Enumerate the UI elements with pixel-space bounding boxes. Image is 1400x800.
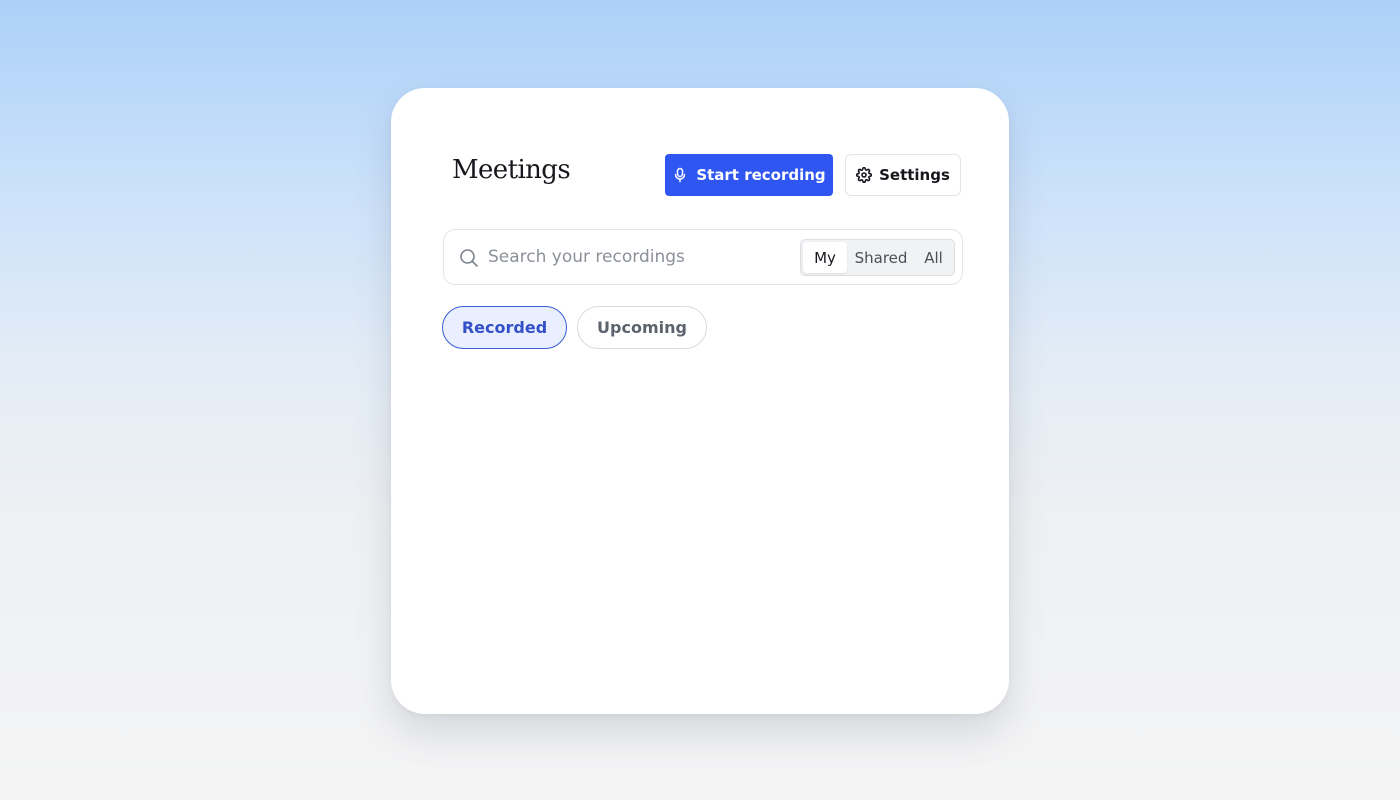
meetings-card: Meetings Start recording Settings Search…	[391, 88, 1009, 714]
search-bar: My Shared All	[443, 229, 963, 285]
start-recording-label: Start recording	[696, 166, 826, 184]
scope-option-my[interactable]: My	[803, 242, 847, 273]
page-title: Meetings	[452, 155, 571, 185]
settings-button[interactable]: Settings	[845, 154, 961, 196]
start-recording-button[interactable]: Start recording	[665, 154, 833, 196]
search-input[interactable]	[488, 240, 788, 274]
gear-icon	[856, 167, 873, 183]
tab-upcoming[interactable]: Upcoming	[577, 306, 707, 349]
scope-option-shared[interactable]: Shared	[847, 242, 915, 273]
tab-recorded[interactable]: Recorded	[442, 306, 567, 349]
scope-option-all[interactable]: All	[915, 242, 952, 273]
settings-label: Settings	[879, 166, 950, 184]
microphone-icon	[672, 167, 688, 183]
scope-filter: My Shared All	[800, 239, 955, 276]
search-icon	[459, 248, 479, 268]
